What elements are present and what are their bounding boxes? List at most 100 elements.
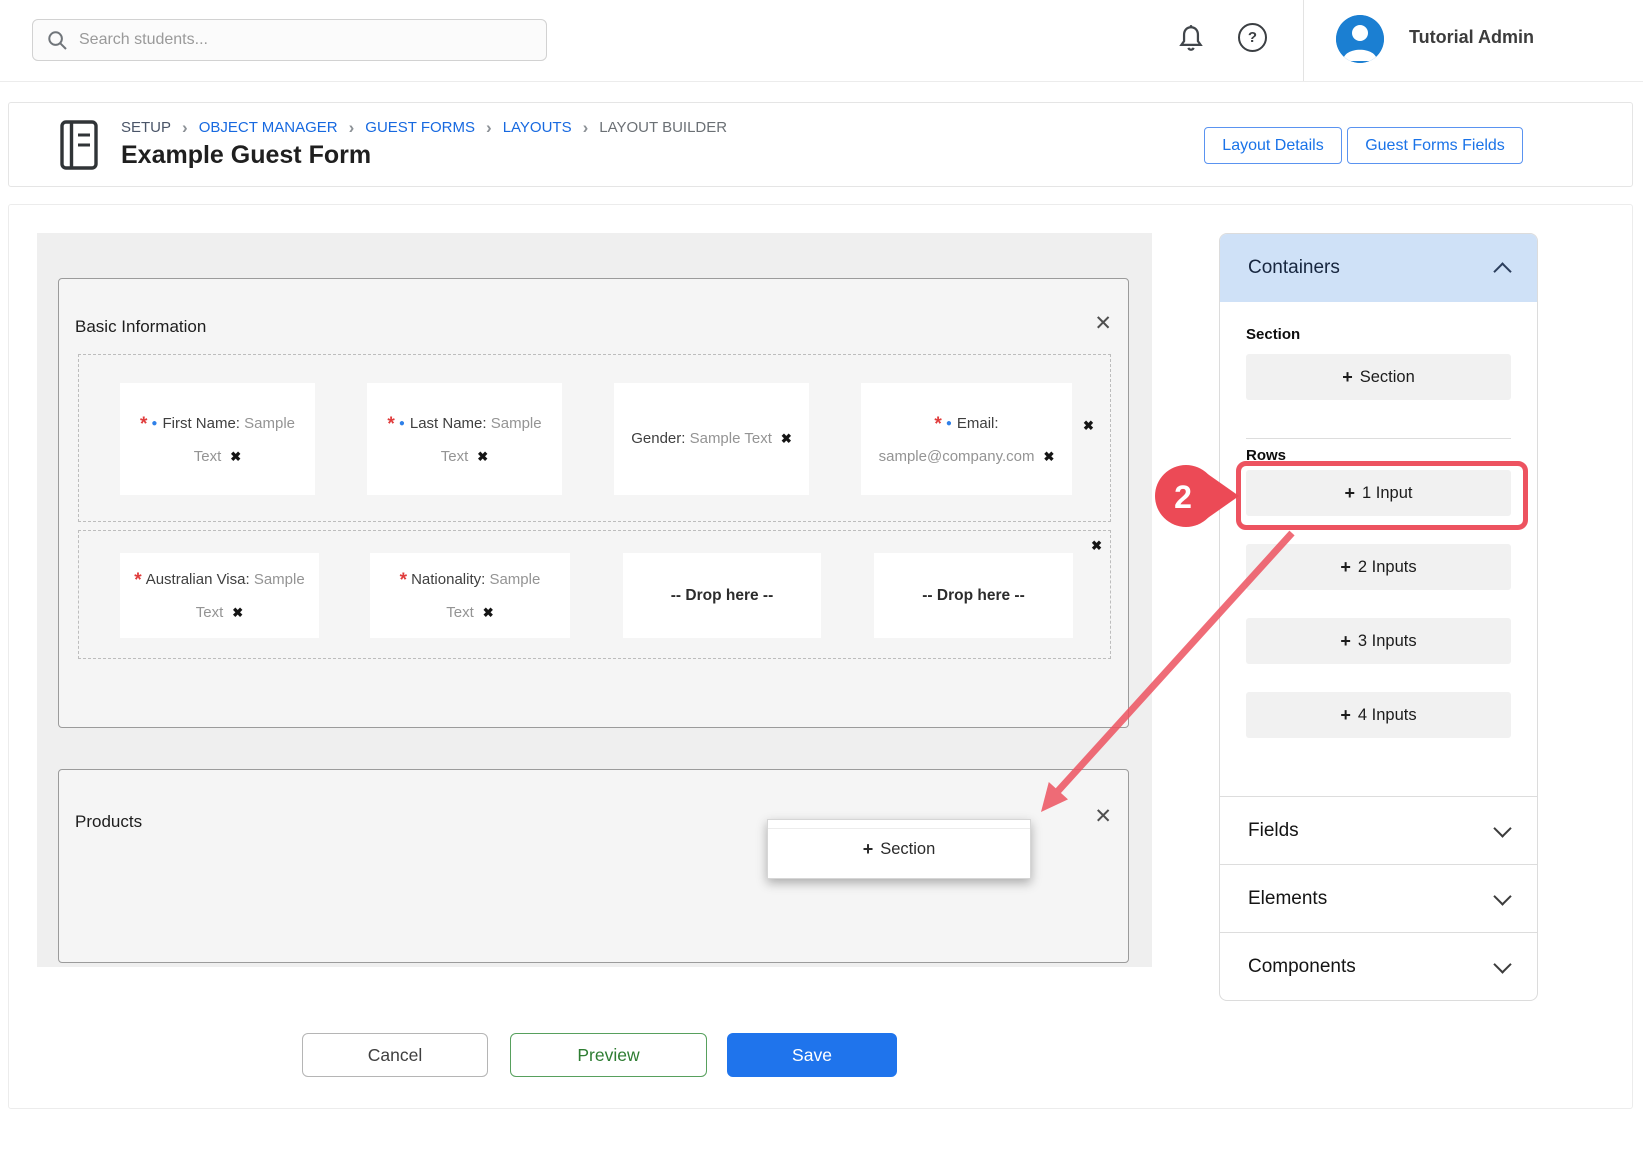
required-icon bbox=[134, 571, 145, 588]
field-label: Email: bbox=[957, 415, 999, 432]
chevron-down-icon bbox=[1493, 887, 1511, 905]
remove-row-icon[interactable] bbox=[1091, 537, 1102, 555]
breadcrumb-separator-icon bbox=[486, 119, 492, 136]
plus-icon bbox=[1340, 557, 1358, 578]
drop-placeholder[interactable]: -- Drop here -- bbox=[623, 553, 821, 638]
fields-panel-header[interactable]: Fields bbox=[1220, 796, 1537, 864]
palette-divider bbox=[1246, 438, 1511, 439]
close-section-icon[interactable] bbox=[1094, 313, 1112, 334]
plus-icon bbox=[863, 839, 881, 860]
remove-field-icon[interactable] bbox=[221, 448, 241, 465]
field-value: Sample Text bbox=[690, 430, 772, 447]
field-card-email[interactable]: Email: sample@company.com bbox=[861, 383, 1072, 495]
plus-icon bbox=[1340, 705, 1358, 726]
field-label: First Name: bbox=[162, 415, 240, 432]
field-card-text: First Name: Sample Text bbox=[134, 407, 301, 472]
elements-panel-title: Elements bbox=[1248, 888, 1327, 910]
containers-panel-header[interactable]: Containers bbox=[1220, 234, 1537, 302]
page-header: SETUP OBJECT MANAGER GUEST FORMS LAYOUTS… bbox=[8, 102, 1633, 187]
search-box bbox=[32, 19, 547, 61]
close-section-icon[interactable] bbox=[1094, 806, 1112, 827]
palette-panel: Containers Section Section Rows 1 Input … bbox=[1219, 233, 1538, 1001]
components-panel-header[interactable]: Components bbox=[1220, 932, 1537, 1000]
search-icon bbox=[47, 30, 67, 50]
field-card-text: Australian Visa: Sample Text bbox=[134, 563, 305, 628]
topbar: Tutorial Admin bbox=[0, 0, 1643, 82]
field-label: Nationality: bbox=[411, 571, 485, 588]
topbar-divider bbox=[1303, 0, 1304, 81]
add-row-4-inputs-button[interactable]: 4 Inputs bbox=[1246, 692, 1511, 738]
field-label: Last Name: bbox=[410, 415, 487, 432]
breadcrumb-separator-icon bbox=[349, 119, 355, 136]
breadcrumb-item-object-manager[interactable]: OBJECT MANAGER bbox=[199, 119, 338, 136]
layout-builder-page: Tutorial Admin SETUP OBJECT MANAGER GUES… bbox=[0, 0, 1643, 1161]
remove-field-icon[interactable] bbox=[468, 448, 488, 465]
chevron-down-icon bbox=[1493, 819, 1511, 837]
add-row-2-inputs-button[interactable]: 2 Inputs bbox=[1246, 544, 1511, 590]
lookup-dot-icon bbox=[946, 415, 957, 432]
drop-placeholder[interactable]: -- Drop here -- bbox=[874, 553, 1073, 638]
plus-icon bbox=[1340, 631, 1358, 652]
required-icon bbox=[140, 415, 151, 432]
rows-group-label: Rows bbox=[1246, 447, 1511, 464]
field-card-text: Last Name: Sample Text bbox=[381, 407, 548, 472]
remove-row-icon[interactable] bbox=[1083, 417, 1094, 435]
breadcrumb-item-setup[interactable]: SETUP bbox=[121, 119, 171, 136]
section-drag-ghost[interactable]: Section bbox=[767, 819, 1031, 879]
user-name[interactable]: Tutorial Admin bbox=[1409, 27, 1534, 48]
elements-panel-header[interactable]: Elements bbox=[1220, 864, 1537, 932]
plus-icon bbox=[1342, 367, 1360, 388]
remove-field-icon[interactable] bbox=[474, 604, 494, 621]
object-form-icon bbox=[56, 118, 102, 177]
page-title: Example Guest Form bbox=[121, 141, 371, 170]
builder-canvas: Basic Information First Name: Sample Tex… bbox=[37, 233, 1152, 967]
field-label: Gender: bbox=[631, 430, 685, 447]
layout-details-button[interactable]: Layout Details bbox=[1204, 127, 1342, 164]
row-button-label: 2 Inputs bbox=[1358, 558, 1417, 577]
field-row: First Name: Sample Text Last Name: Sampl… bbox=[78, 354, 1111, 522]
required-icon bbox=[387, 415, 398, 432]
search-input[interactable] bbox=[77, 30, 532, 50]
add-row-1-input-button[interactable]: 1 Input bbox=[1246, 470, 1511, 516]
notifications-bell-icon[interactable] bbox=[1176, 23, 1208, 57]
add-row-3-inputs-button[interactable]: 3 Inputs bbox=[1246, 618, 1511, 664]
collapsed-panels: Fields Elements Components bbox=[1220, 796, 1537, 1000]
remove-field-icon[interactable] bbox=[223, 604, 243, 621]
preview-button[interactable]: Preview bbox=[510, 1033, 707, 1077]
remove-field-icon[interactable] bbox=[1034, 448, 1054, 465]
row-button-label: 3 Inputs bbox=[1358, 632, 1417, 651]
fields-panel-title: Fields bbox=[1248, 820, 1299, 842]
field-card-australian-visa[interactable]: Australian Visa: Sample Text bbox=[120, 553, 319, 638]
cancel-button[interactable]: Cancel bbox=[302, 1033, 488, 1077]
breadcrumb-item-guest-forms[interactable]: GUEST FORMS bbox=[365, 119, 475, 136]
row-button-label: 1 Input bbox=[1362, 484, 1412, 503]
chevron-down-icon bbox=[1493, 955, 1511, 973]
field-card-text: Gender: Sample Text bbox=[631, 425, 792, 454]
section-basic-information: Basic Information First Name: Sample Tex… bbox=[58, 278, 1129, 728]
field-label: Australian Visa: bbox=[146, 571, 250, 588]
guest-forms-fields-button[interactable]: Guest Forms Fields bbox=[1347, 127, 1523, 164]
field-card-last-name[interactable]: Last Name: Sample Text bbox=[367, 383, 562, 495]
remove-field-icon[interactable] bbox=[772, 430, 792, 447]
section-title: Products bbox=[75, 812, 142, 832]
avatar[interactable] bbox=[1336, 15, 1384, 63]
lookup-dot-icon bbox=[399, 415, 410, 432]
field-value: sample@company.com bbox=[879, 448, 1035, 465]
field-card-gender[interactable]: Gender: Sample Text bbox=[614, 383, 809, 495]
drag-ghost-label: Section bbox=[880, 840, 935, 859]
help-icon[interactable] bbox=[1238, 23, 1267, 52]
plus-icon bbox=[1345, 483, 1363, 504]
save-button[interactable]: Save bbox=[727, 1033, 897, 1077]
lookup-dot-icon bbox=[151, 415, 162, 432]
field-card-text: Nationality: Sample Text bbox=[384, 563, 556, 628]
field-card-first-name[interactable]: First Name: Sample Text bbox=[120, 383, 315, 495]
required-icon bbox=[934, 415, 945, 432]
add-section-button[interactable]: Section bbox=[1246, 354, 1511, 400]
field-card-nationality[interactable]: Nationality: Sample Text bbox=[370, 553, 570, 638]
breadcrumb-item-layouts[interactable]: LAYOUTS bbox=[503, 119, 572, 136]
containers-panel-body: Section Section Rows 1 Input 2 Inputs 3 … bbox=[1220, 302, 1537, 738]
drop-placeholder-text: -- Drop here -- bbox=[922, 587, 1024, 605]
required-icon bbox=[400, 571, 411, 588]
layout-builder-body: Basic Information First Name: Sample Tex… bbox=[8, 204, 1633, 1109]
row-button-label: 4 Inputs bbox=[1358, 706, 1417, 725]
